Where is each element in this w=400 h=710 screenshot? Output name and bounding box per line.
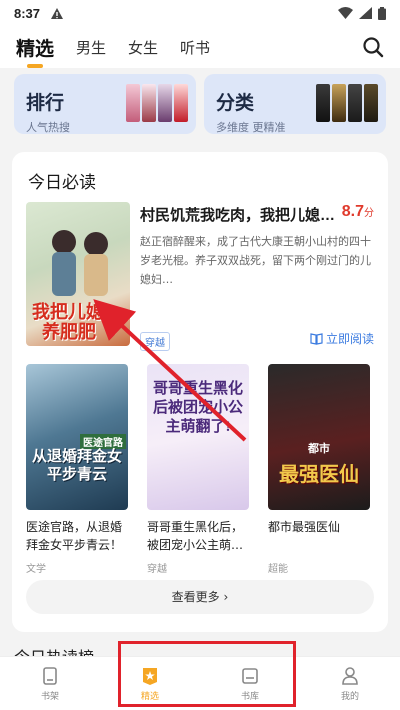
search-icon[interactable]: [362, 36, 384, 58]
book-item[interactable]: 哥哥重生黑化后被团宠小公主萌翻了! 哥哥重生黑化后，被团宠小公主萌… 穿越: [147, 364, 253, 575]
view-more-button[interactable]: 查看更多 ›: [26, 580, 374, 614]
book-cover: 哥哥重生黑化后被团宠小公主萌翻了!: [147, 364, 249, 510]
signal-icon: [359, 7, 372, 19]
book-list: 医途官路 从退婚拜金女平步青云 医途官路，从退婚拜金女平步青云！ 文学 哥哥重生…: [26, 364, 374, 575]
highlight-box: [118, 641, 296, 707]
read-now-label: 立即阅读: [325, 332, 374, 346]
cover-label: 都市: [308, 443, 330, 455]
ranking-card[interactable]: 排行 人气热搜: [14, 74, 196, 134]
status-bar: 8:37: [0, 0, 400, 26]
book-title: 医途官路，从退婚拜金女平步青云！: [26, 520, 123, 552]
view-more-label: 查看更多: [171, 590, 220, 604]
profile-icon: [342, 666, 358, 685]
ranking-book-covers: [126, 84, 188, 122]
top-nav: 精选 男生 女生 听书: [0, 26, 400, 68]
category-book-covers: [316, 84, 378, 122]
read-now-button[interactable]: 立即阅读: [310, 330, 374, 347]
featured-book-description: 赵正宿醉醒来，成了古代大康王朝小山村的四十岁老光棍。养子双双战死，留下两个刚过门…: [140, 235, 371, 286]
warning-icon: [51, 7, 64, 19]
book-title: 哥哥重生黑化后，被团宠小公主萌…: [147, 520, 244, 552]
score-unit: 分: [364, 208, 374, 219]
featured-book-tag: 穿越: [140, 332, 170, 351]
category-card[interactable]: 分类 多维度 更精准: [204, 74, 386, 134]
book-cover: 医途官路 从退婚拜金女平步青云: [26, 364, 128, 510]
nav-profile[interactable]: 我的: [300, 657, 400, 710]
wifi-icon: [338, 7, 353, 19]
cover-title-line2: 养肥肥: [42, 322, 96, 342]
score-value: 8.7: [341, 203, 364, 220]
book-item[interactable]: 医途官路 从退婚拜金女平步青云 医途官路，从退婚拜金女平步青云！ 文学: [26, 364, 132, 575]
bookshelf-icon: [43, 666, 57, 685]
featured-book-score: 8.7分: [342, 203, 374, 221]
tab-female[interactable]: 女生: [128, 37, 158, 58]
book-category: 超能: [268, 564, 288, 575]
book-category: 文学: [26, 564, 46, 575]
featured-book-title[interactable]: 村民饥荒我吃肉，我把儿媳…: [140, 204, 340, 225]
cover-title: 哥哥重生黑化后被团宠小公主萌翻了!: [153, 381, 244, 435]
book-item[interactable]: 都市 最强医仙 都市最强医仙 超能: [268, 364, 374, 575]
section-title: 今日必读: [28, 173, 96, 192]
chevron-right-icon: ›: [223, 590, 229, 604]
nav-bookshelf[interactable]: 书架: [0, 657, 100, 710]
quick-links: 排行 人气热搜 分类 多维度 更精准: [14, 74, 386, 134]
featured-book-cover[interactable]: 我把儿媳 养肥肥: [26, 202, 130, 346]
nav-label: 我的: [340, 691, 359, 702]
status-time: 8:37: [14, 5, 41, 21]
book-category: 穿越: [147, 564, 167, 575]
book-title: 都市最强医仙: [268, 520, 341, 534]
book-cover: 都市 最强医仙: [268, 364, 370, 510]
battery-icon: [378, 6, 386, 20]
nav-label: 书架: [40, 691, 59, 702]
tab-audiobook[interactable]: 听书: [180, 37, 210, 58]
daily-must-read-section: 今日必读 我把儿媳 养肥肥 村民饥荒我吃肉，我把儿媳… 8.7分 赵正宿醉醒来，…: [12, 152, 388, 632]
tab-featured[interactable]: 精选: [16, 34, 54, 61]
tab-male[interactable]: 男生: [76, 37, 106, 58]
cover-label: 医途官路: [80, 434, 126, 449]
book-open-icon: [310, 332, 323, 345]
cover-title: 最强医仙: [279, 464, 359, 486]
cover-title: 从退婚拜金女平步青云: [31, 449, 122, 483]
